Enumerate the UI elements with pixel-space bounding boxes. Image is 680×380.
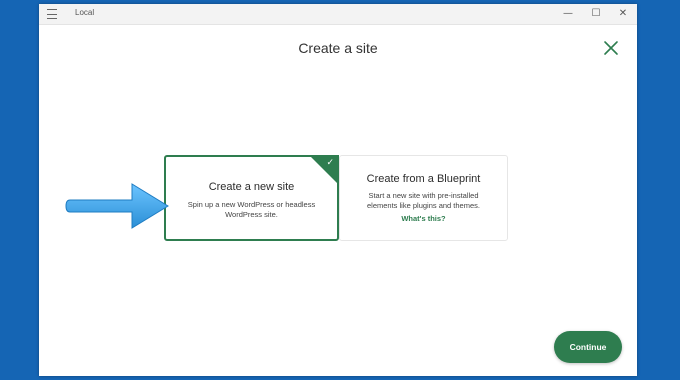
checkmark-icon: ✓ — [326, 158, 334, 168]
close-icon[interactable] — [601, 38, 621, 58]
card-title: Create from a Blueprint — [366, 173, 481, 185]
maximize-icon[interactable]: ☐ — [589, 6, 603, 22]
minimize-icon[interactable]: — — [561, 6, 575, 22]
pointer-arrow-icon — [65, 183, 169, 229]
page-title: Create a site — [298, 40, 378, 56]
selected-corner — [309, 155, 339, 185]
continue-button[interactable]: Continue — [554, 331, 622, 363]
menu-icon[interactable] — [47, 8, 57, 20]
create-from-blueprint-card[interactable]: Create from a Blueprint Start a new site… — [339, 155, 508, 241]
app-name: Local — [75, 8, 95, 17]
create-new-site-card[interactable]: ✓ Create a new site Spin up a new WordPr… — [164, 155, 339, 241]
card-description: Spin up a new WordPress or headless Word… — [187, 200, 316, 219]
title-bar: Local — ☐ ✕ — [39, 4, 637, 25]
window-close-icon[interactable]: ✕ — [616, 6, 630, 22]
whats-this-link[interactable]: What's this? — [340, 214, 507, 223]
card-description: Start a new site with pre-installed elem… — [367, 191, 480, 210]
